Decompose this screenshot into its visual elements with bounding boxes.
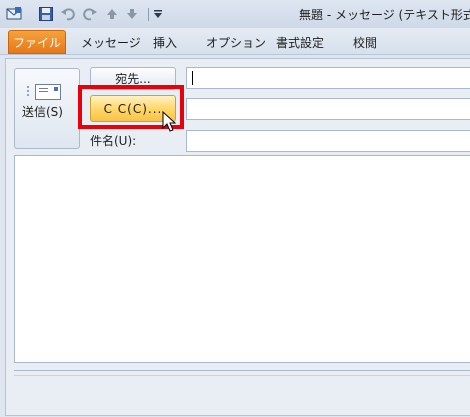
to-field[interactable] [186, 67, 470, 89]
status-bar [14, 370, 470, 376]
toolbar-separator [148, 8, 149, 21]
window-title: 無題 - メッセージ (テキスト形式) [299, 8, 470, 22]
message-body[interactable] [14, 155, 470, 363]
subject-field[interactable] [186, 130, 470, 152]
tab-format[interactable]: 書式設定 [276, 34, 324, 51]
tab-message[interactable]: メッセージ [81, 34, 141, 51]
send-motion-lines [27, 86, 35, 96]
tab-review[interactable]: 校閲 [353, 34, 377, 51]
tab-insert[interactable]: 挿入 [153, 34, 177, 51]
cc-field[interactable] [186, 98, 470, 120]
tab-file[interactable]: ファイル [8, 30, 66, 54]
send-envelope-icon [35, 84, 61, 100]
customize-toolbar-icon[interactable] [150, 6, 166, 22]
outlook-icon[interactable] [6, 6, 22, 22]
subject-label: 件名(U): [90, 134, 137, 148]
tab-options[interactable]: オプション [206, 34, 266, 51]
up-arrow-icon[interactable] [104, 6, 120, 22]
send-button-label: 送信(S) [22, 105, 63, 119]
undo-icon[interactable] [60, 6, 76, 22]
redo-icon[interactable] [82, 6, 98, 22]
down-arrow-icon[interactable] [124, 6, 140, 22]
save-icon[interactable] [38, 6, 54, 22]
text-caret [192, 71, 193, 85]
mouse-pointer-icon [162, 111, 177, 132]
